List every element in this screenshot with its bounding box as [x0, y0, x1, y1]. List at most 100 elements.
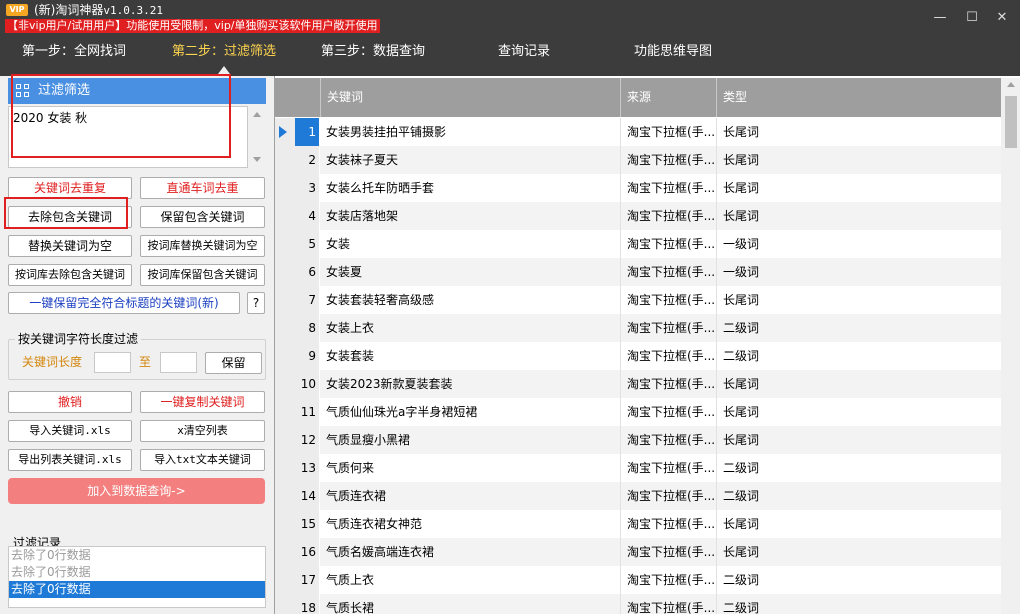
cell-type[interactable]: 长尾词 [716, 202, 1001, 230]
row-indicator[interactable] [275, 118, 295, 146]
cell-source[interactable]: 淘宝下拉框(手... [620, 342, 716, 370]
cell-type[interactable]: 长尾词 [716, 146, 1001, 174]
remove-contains-button[interactable]: 去除包含关键词 [8, 206, 132, 228]
cell-source[interactable]: 淘宝下拉框(手... [620, 482, 716, 510]
cell-type[interactable]: 二级词 [716, 482, 1001, 510]
tab-query-history[interactable]: 查询记录 [498, 42, 550, 62]
row-indicator[interactable] [275, 482, 295, 510]
log-item[interactable]: 去除了0行数据 [9, 547, 265, 564]
scroll-down-icon[interactable] [253, 157, 261, 162]
tab-step2-filter[interactable]: 第二步：过滤筛选 [172, 42, 276, 62]
dedupe-train-keywords-button[interactable]: 直通车词去重 [140, 177, 265, 199]
cell-type[interactable]: 长尾词 [716, 370, 1001, 398]
column-header-keyword[interactable]: 关键词 [320, 78, 620, 117]
log-item-selected[interactable]: 去除了0行数据 [9, 581, 265, 598]
table-row[interactable]: 16 气质名媛高端连衣裙 淘宝下拉框(手... 长尾词 [275, 538, 1001, 566]
cell-type[interactable]: 二级词 [716, 594, 1001, 614]
cell-source[interactable]: 淘宝下拉框(手... [620, 118, 716, 146]
row-indicator[interactable] [275, 398, 295, 426]
table-row[interactable]: 5 女装 淘宝下拉框(手... 一级词 [275, 230, 1001, 258]
cell-type[interactable]: 二级词 [716, 566, 1001, 594]
table-row[interactable]: 7 女装套装轻奢高级感 淘宝下拉框(手... 长尾词 [275, 286, 1001, 314]
cell-source[interactable]: 淘宝下拉框(手... [620, 426, 716, 454]
lib-keep-contains-button[interactable]: 按词库保留包含关键词 [140, 264, 265, 286]
cell-keyword[interactable]: 女装男装挂拍平铺摄影 [320, 118, 620, 146]
log-item[interactable]: 去除了0行数据 [9, 564, 265, 581]
cell-keyword[interactable]: 女装店落地架 [320, 202, 620, 230]
table-row[interactable]: 18 气质长裙 淘宝下拉框(手... 二级词 [275, 594, 1001, 614]
row-indicator[interactable] [275, 174, 295, 202]
row-indicator[interactable] [275, 286, 295, 314]
column-header-type[interactable]: 类型 [716, 78, 1001, 117]
cell-keyword[interactable]: 气质上衣 [320, 566, 620, 594]
tab-step3-query[interactable]: 第三步：数据查询 [321, 42, 425, 62]
clear-list-button[interactable]: x清空列表 [140, 420, 265, 442]
table-row[interactable]: 13 气质何来 淘宝下拉框(手... 二级词 [275, 454, 1001, 482]
tab-mindmap[interactable]: 功能思维导图 [634, 42, 712, 62]
cell-keyword[interactable]: 女装么托车防晒手套 [320, 174, 620, 202]
table-row[interactable]: 12 气质显瘦小黑裙 淘宝下拉框(手... 长尾词 [275, 426, 1001, 454]
cell-keyword[interactable]: 女装 [320, 230, 620, 258]
maximize-button[interactable]: ☐ [962, 8, 982, 28]
cell-keyword[interactable]: 气质名媛高端连衣裙 [320, 538, 620, 566]
cell-source[interactable]: 淘宝下拉框(手... [620, 314, 716, 342]
minimize-button[interactable]: — [930, 8, 950, 28]
cell-type[interactable]: 二级词 [716, 454, 1001, 482]
copy-all-keywords-button[interactable]: 一键复制关键词 [140, 391, 265, 413]
keyword-filter-textarea[interactable]: 2020 女装 秋 [8, 106, 248, 168]
cell-source[interactable]: 淘宝下拉框(手... [620, 258, 716, 286]
keep-title-match-button[interactable]: 一键保留完全符合标题的关键词(新) [8, 292, 240, 314]
cell-source[interactable]: 淘宝下拉框(手... [620, 566, 716, 594]
row-indicator[interactable] [275, 370, 295, 398]
table-row[interactable]: 4 女装店落地架 淘宝下拉框(手... 长尾词 [275, 202, 1001, 230]
column-header-source[interactable]: 来源 [620, 78, 716, 117]
cell-type[interactable]: 长尾词 [716, 398, 1001, 426]
cell-source[interactable]: 淘宝下拉框(手... [620, 202, 716, 230]
cell-type[interactable]: 一级词 [716, 258, 1001, 286]
cell-keyword[interactable]: 气质连衣裙女神范 [320, 510, 620, 538]
cell-source[interactable]: 淘宝下拉框(手... [620, 174, 716, 202]
cell-keyword[interactable]: 气质何来 [320, 454, 620, 482]
cell-keyword[interactable]: 女装套装轻奢高级感 [320, 286, 620, 314]
keyword-textarea-scrollbar[interactable] [249, 106, 266, 168]
row-indicator[interactable] [275, 146, 295, 174]
filter-log-list[interactable]: 去除了0行数据 去除了0行数据 去除了0行数据 [8, 546, 266, 608]
scroll-up-icon[interactable] [1007, 82, 1015, 87]
row-indicator[interactable] [275, 314, 295, 342]
table-row-current[interactable]: 1 女装男装挂拍平铺摄影 淘宝下拉框(手... 长尾词 [275, 118, 1001, 146]
table-row[interactable]: 8 女装上衣 淘宝下拉框(手... 二级词 [275, 314, 1001, 342]
cell-keyword[interactable]: 气质显瘦小黑裙 [320, 426, 620, 454]
row-indicator[interactable] [275, 258, 295, 286]
row-indicator[interactable] [275, 510, 295, 538]
dedupe-keywords-button[interactable]: 关键词去重复 [8, 177, 132, 199]
replace-empty-button[interactable]: 替换关键词为空 [8, 235, 132, 257]
length-keep-button[interactable]: 保留 [205, 352, 262, 374]
cell-type[interactable]: 长尾词 [716, 286, 1001, 314]
scroll-thumb[interactable] [1005, 96, 1017, 148]
cell-type[interactable]: 二级词 [716, 342, 1001, 370]
cell-keyword[interactable]: 女装2023新款夏装套装 [320, 370, 620, 398]
import-txt-button[interactable]: 导入txt文本关键词 [140, 449, 265, 471]
length-max-input[interactable] [160, 352, 197, 373]
table-row[interactable]: 6 女装夏 淘宝下拉框(手... 一级词 [275, 258, 1001, 286]
row-indicator[interactable] [275, 454, 295, 482]
cell-type[interactable]: 长尾词 [716, 118, 1001, 146]
cell-source[interactable]: 淘宝下拉框(手... [620, 146, 716, 174]
add-to-query-button[interactable]: 加入到数据查询-> [8, 478, 265, 504]
scroll-up-icon[interactable] [253, 112, 261, 117]
table-row[interactable]: 14 气质连衣裙 淘宝下拉框(手... 二级词 [275, 482, 1001, 510]
keep-contains-button[interactable]: 保留包含关键词 [140, 206, 265, 228]
cell-keyword[interactable]: 气质仙仙珠光a字半身裙短裙 [320, 398, 620, 426]
cell-type[interactable]: 一级词 [716, 230, 1001, 258]
length-min-input[interactable] [94, 352, 131, 373]
lib-replace-empty-button[interactable]: 按词库替换关键词为空 [140, 235, 265, 257]
close-button[interactable]: ✕ [992, 8, 1012, 28]
cell-keyword[interactable]: 女装夏 [320, 258, 620, 286]
cell-source[interactable]: 淘宝下拉框(手... [620, 538, 716, 566]
row-indicator[interactable] [275, 426, 295, 454]
table-scrollbar[interactable] [1001, 78, 1020, 614]
cell-keyword[interactable]: 气质长裙 [320, 594, 620, 614]
cell-source[interactable]: 淘宝下拉框(手... [620, 370, 716, 398]
cell-source[interactable]: 淘宝下拉框(手... [620, 230, 716, 258]
cell-source[interactable]: 淘宝下拉框(手... [620, 594, 716, 614]
